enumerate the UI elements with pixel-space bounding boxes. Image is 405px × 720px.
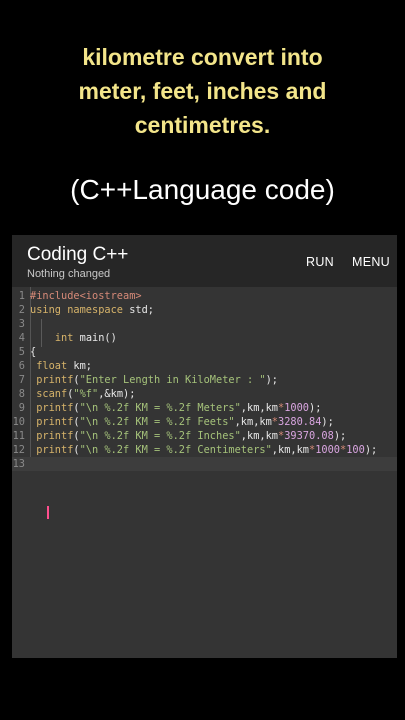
code-line[interactable]: 1 #include<iostream>	[12, 289, 397, 303]
code-token: 100	[346, 444, 365, 456]
code-text: using namespace std;	[30, 303, 154, 317]
code-line[interactable]: 3	[12, 317, 397, 331]
code-line[interactable]: 12 printf("\n %.2f KM = %.2f Centimeters…	[12, 443, 397, 457]
code-token: ,km,km	[234, 416, 272, 428]
code-text: int main()	[30, 331, 117, 345]
code-token: float	[36, 360, 74, 372]
headline: kilometre convert into meter, feet, inch…	[0, 40, 405, 142]
subheading: (C++Language code)	[70, 174, 335, 205]
app-title: Coding C++	[27, 244, 129, 265]
code-token: );	[321, 416, 334, 428]
file-status: Nothing changed	[27, 268, 111, 280]
code-token: ,km,km	[271, 444, 309, 456]
code-token: 3280.84	[278, 416, 322, 428]
code-line[interactable]: 11 printf("\n %.2f KM = %.2f Inches",km,…	[12, 429, 397, 443]
code-token: 1000	[315, 444, 341, 456]
code-line[interactable]: 10 printf("\n %.2f KM = %.2f Feets",km,k…	[12, 415, 397, 429]
code-token: );	[333, 430, 347, 442]
code-text: scanf("%f",&km);	[30, 387, 135, 401]
code-line[interactable]: 9 printf("\n %.2f KM = %.2f Meters",km,k…	[12, 401, 397, 415]
headline-line-1: kilometre convert into	[82, 44, 323, 70]
line-number: 8	[18, 388, 25, 400]
line-number: 10	[12, 416, 25, 428]
code-editor[interactable]: 1 #include<iostream> 2 using namespace std;…	[12, 287, 397, 658]
code-token: printf	[30, 430, 74, 442]
code-line[interactable]: 4 int main()	[12, 331, 397, 345]
code-token: std;	[129, 304, 155, 316]
code-text: {	[30, 345, 36, 359]
line-number: 7	[18, 374, 25, 386]
code-token: scanf	[30, 388, 68, 400]
code-token: km;	[73, 360, 93, 372]
code-token: );	[364, 444, 378, 456]
code-token: 1000	[284, 402, 310, 414]
code-token: "\n %.2f KM = %.2f Centimeters"	[79, 444, 272, 456]
code-token: "\n %.2f KM = %.2f Meters"	[79, 402, 241, 414]
code-line[interactable]: 8 scanf("%f",&km);	[12, 387, 397, 401]
run-button[interactable]: RUN	[306, 255, 334, 269]
code-token: printf	[30, 444, 74, 456]
line-number: 3	[18, 318, 25, 330]
line-number: 11	[12, 430, 25, 442]
code-line[interactable]: 6 float km;	[12, 359, 397, 373]
code-token: "Enter Length in KiloMeter : "	[79, 374, 266, 386]
line-number: 6	[18, 360, 25, 372]
code-text: printf("Enter Length in KiloMeter : ");	[30, 373, 278, 387]
line-number: 1	[18, 290, 25, 302]
line-number: 13	[12, 458, 25, 470]
code-text: printf("\n %.2f KM = %.2f Inches",km,km*…	[30, 429, 346, 443]
headline-line-2: meter, feet, inches and	[78, 78, 327, 104]
line-number: 9	[18, 402, 25, 414]
app-window: Coding C++ Nothing changed RUN MENU 1 #in…	[12, 235, 397, 658]
code-line[interactable]: 2 using namespace std;	[12, 303, 397, 317]
code-token: );	[265, 374, 278, 386]
line-number: 5	[18, 346, 25, 358]
code-text: printf("\n %.2f KM = %.2f Feets",km,km*3…	[30, 415, 334, 429]
code-text: #include<iostream>	[30, 289, 142, 303]
line-number: 2	[18, 304, 25, 316]
app-toolbar: Coding C++ Nothing changed RUN MENU	[12, 235, 397, 287]
code-text: float km;	[30, 359, 92, 373]
code-token: printf	[30, 374, 74, 386]
headline-line-3: centimetres.	[134, 112, 271, 138]
code-token: main()	[79, 332, 117, 344]
code-token: "\n %.2f KM = %.2f Feets"	[79, 416, 235, 428]
code-token: 39370.08	[284, 430, 334, 442]
code-token: ,km,km	[240, 430, 278, 442]
code-token: using namespace	[30, 304, 130, 316]
code-line[interactable]: 7 printf("Enter Length in KiloMeter : ")…	[12, 373, 397, 387]
code-token: ,&km);	[98, 388, 136, 400]
line-number: 4	[18, 332, 25, 344]
menu-button[interactable]: MENU	[352, 255, 390, 269]
code-token: "\n %.2f KM = %.2f Inches"	[79, 430, 241, 442]
code-token: #include<iostream>	[30, 290, 142, 302]
code-text: printf("\n %.2f KM = %.2f Meters",km,km*…	[30, 401, 321, 415]
code-text: printf("\n %.2f KM = %.2f Centimeters",k…	[30, 443, 377, 457]
code-token: printf	[30, 402, 74, 414]
text-cursor	[47, 506, 49, 519]
code-token: );	[309, 402, 322, 414]
code-token: ,km,km	[240, 402, 278, 414]
code-token: "%f"	[73, 388, 99, 400]
line-number: 12	[12, 444, 25, 456]
code-token: printf	[30, 416, 74, 428]
code-line[interactable]: 13	[12, 457, 397, 471]
code-token: int	[54, 332, 80, 344]
code-token: {	[30, 346, 37, 358]
code-line[interactable]: 5{	[12, 345, 397, 359]
